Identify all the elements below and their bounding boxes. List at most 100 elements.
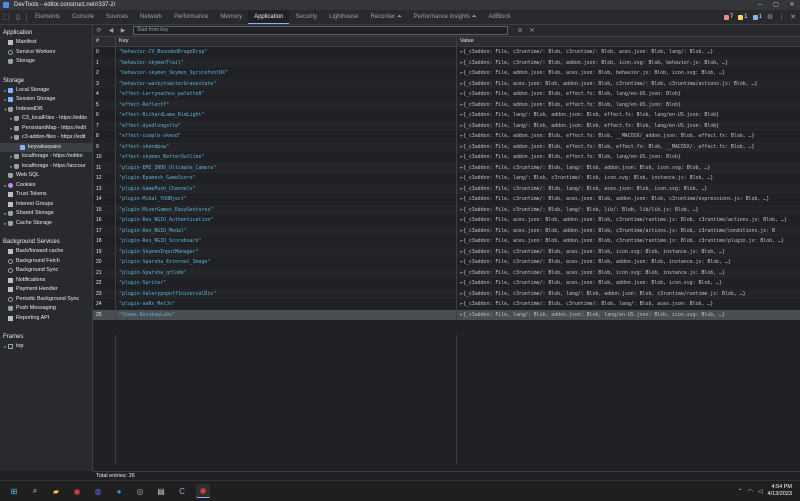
- sidebar-item-interest-groups[interactable]: Interest Groups: [0, 200, 92, 210]
- row-key-cell: "effect-dyedlongstle": [115, 120, 456, 131]
- table-row[interactable]: 0 "behavior-CV_BoundedDragnDrop" ▸{_c3addo…: [93, 47, 800, 58]
- sidebar-item-push-messaging[interactable]: Push Messaging: [0, 304, 92, 314]
- device-toolbar-icon[interactable]: ▯: [12, 11, 24, 23]
- table-row[interactable]: 15 "plugin-MixerGames_EasyGestures" ▸{_c3a…: [93, 204, 800, 215]
- tab-security[interactable]: Security: [289, 10, 323, 24]
- sidebar-item-cache-storage[interactable]: ▸ Cache Storage: [0, 219, 92, 229]
- clear-object-store-icon[interactable]: ⊘: [514, 27, 526, 34]
- tab-sources[interactable]: Sources: [100, 10, 134, 24]
- warning-badge[interactable]: 1: [738, 14, 748, 20]
- previous-page-icon[interactable]: ◀: [105, 27, 117, 34]
- maximize-button[interactable]: ▢: [768, 0, 784, 10]
- delete-selected-icon[interactable]: ✕: [526, 27, 538, 34]
- table-row[interactable]: 22 "plugin-Spriter" ▸{_c3addon: File, c3ru…: [93, 278, 800, 289]
- table-row[interactable]: 6 "effect-RichardLama_RimLight" ▸{_c3addon…: [93, 110, 800, 121]
- sidebar-item-reporting-api[interactable]: Reporting API: [0, 314, 92, 324]
- table-row[interactable]: 24 "plugin-aaRx_MetJs" ▸{_c3addon: File, c…: [93, 299, 800, 310]
- tab-console[interactable]: Console: [66, 10, 100, 24]
- table-row[interactable]: 1 "behavior-skymenTrail" ▸{_c3addon: File,…: [93, 57, 800, 68]
- sidebar-item-background-sync[interactable]: Background Sync: [0, 266, 92, 276]
- sidebar-item-localforage-https-accour[interactable]: ▸ localforage - https://accour: [0, 162, 92, 172]
- sidebar-item-payment-handler[interactable]: Payment Handler: [0, 285, 92, 295]
- sidebar-item-local-storage[interactable]: ▸ Local Storage: [0, 86, 92, 96]
- sidebar-item-back-forward-cache[interactable]: Back/forward cache: [0, 247, 92, 257]
- discord-icon[interactable]: ◍: [91, 485, 105, 498]
- sidebar-item-periodic-background-sync[interactable]: Periodic Background Sync: [0, 295, 92, 305]
- table-row[interactable]: 20 "plugin-Sparsha_External_Image" ▸{_c3ad…: [93, 257, 800, 268]
- volume-icon[interactable]: ◁: [758, 488, 763, 495]
- close-devtools-icon[interactable]: ✕: [790, 13, 796, 21]
- close-window-button[interactable]: ✕: [784, 0, 800, 10]
- sidebar-item-session-storage[interactable]: ▸ Session Storage: [0, 95, 92, 105]
- table-row[interactable]: 9 "effect-skendpow" ▸{_c3addon: File, addo…: [93, 141, 800, 152]
- sidebar-item-persistantmap-https-edit[interactable]: ▸ PersistantMap - https://edit: [0, 124, 92, 134]
- sidebar-item-c3-addon-files-https-edit[interactable]: ▾ c3-addon-files - https://edit: [0, 133, 92, 143]
- tab-elements[interactable]: Elements: [29, 10, 66, 24]
- notes-icon[interactable]: ▤: [154, 485, 168, 498]
- table-row[interactable]: 16 "plugin-Rex_NGIO_Authentication" ▸{_c3a…: [93, 215, 800, 226]
- tab-performance[interactable]: Performance: [168, 10, 214, 24]
- inspect-element-icon[interactable]: ⬚: [0, 11, 12, 23]
- sidebar-item-indexeddb[interactable]: ▾ IndexedDB: [0, 105, 92, 115]
- app-c-icon[interactable]: C: [175, 485, 189, 498]
- column-header-key[interactable]: Key: [115, 37, 456, 46]
- table-row[interactable]: 25 "theme-RainbowLabs" ▸{_c3addon: File, l…: [93, 309, 800, 320]
- clock[interactable]: 4:54 PM 4/13/2023: [768, 484, 792, 498]
- search-icon[interactable]: ⌕: [28, 485, 42, 498]
- table-row[interactable]: 13 "plugin-GamePush_Channels" ▸{_c3addon: …: [93, 183, 800, 194]
- table-row[interactable]: 11 "plugin-EMI_INDO_Ultimate_Camera" ▸{_c3…: [93, 162, 800, 173]
- column-header-index[interactable]: #: [93, 37, 115, 46]
- file-explorer-icon[interactable]: ▰: [49, 485, 63, 498]
- settings-gear-icon[interactable]: ⚙: [767, 13, 773, 21]
- sidebar-item-manifest[interactable]: Manifest: [0, 38, 92, 48]
- start-from-key-input[interactable]: Start from key: [133, 26, 508, 35]
- tab-performance-insights[interactable]: Performance insights ⏶: [408, 10, 483, 24]
- sidebar-item-notifications[interactable]: Notifications: [0, 276, 92, 286]
- refresh-icon[interactable]: ⟳: [93, 27, 105, 34]
- sidebar-item-storage[interactable]: Storage: [0, 57, 92, 67]
- table-row[interactable]: 4 "effect-Larrynachos_palette8" ▸{_c3addon…: [93, 89, 800, 100]
- table-row[interactable]: 5 "effect-ReflectY" ▸{_c3addon: File, addo…: [93, 99, 800, 110]
- table-row[interactable]: 23 "plugin-Valerypopoff1niversalDiv" ▸{_c3…: [93, 288, 800, 299]
- table-row[interactable]: 8 "effect-simple-skend" ▸{_c3addon: File, …: [93, 131, 800, 142]
- tab-application[interactable]: Application: [248, 10, 290, 24]
- sidebar-item-service-workers[interactable]: Service Workers: [0, 48, 92, 58]
- tab-lighthouse[interactable]: Lighthouse: [323, 10, 364, 24]
- table-row[interactable]: 21 "plugin-Sparsha_qrCode" ▸{_c3addon: Fil…: [93, 267, 800, 278]
- error-badge[interactable]: 7: [723, 14, 733, 20]
- table-row[interactable]: 14 "plugin-Mikal_YOOBject" ▸{_c3addon: Fil…: [93, 194, 800, 205]
- more-options-icon[interactable]: ⋮: [778, 13, 785, 21]
- windows-icon[interactable]: ⊞: [7, 485, 21, 498]
- steam-icon[interactable]: ◎: [133, 485, 147, 498]
- sidebar-item-top[interactable]: ▸ top: [0, 342, 92, 352]
- table-row[interactable]: 17 "plugin-Rex_NGIO_Medal" ▸{_c3addon: Fil…: [93, 225, 800, 236]
- zoom-icon[interactable]: ●: [112, 485, 126, 498]
- chevron-up-icon[interactable]: ⌃: [738, 488, 743, 495]
- sidebar-item-web-sql[interactable]: Web SQL: [0, 171, 92, 181]
- table-row[interactable]: 10 "effect-skymen_BetterOutline" ▸{_c3addo…: [93, 152, 800, 163]
- sidebar-item-cookies[interactable]: ▸ Cookies: [0, 181, 92, 191]
- sidebar-item-keyvaluepairs[interactable]: keyvaluepairs: [0, 142, 92, 152]
- wifi-icon[interactable]: ◠: [748, 488, 753, 495]
- sidebar-item-localforage-https-editor[interactable]: ▸ localforage - https://editor.: [0, 152, 92, 162]
- table-row[interactable]: 3 "behavior-wackytoasterGravestate" ▸{_c3a…: [93, 78, 800, 89]
- tab-network[interactable]: Network: [134, 10, 168, 24]
- table-row[interactable]: 2 "behavior-skymen_Skymen_SpritefontDX" ▸{…: [93, 68, 800, 79]
- next-page-icon[interactable]: ▶: [117, 27, 129, 34]
- sidebar-item-c3-localfiles-https-edito[interactable]: ▸ C3_localFiles - https://edito: [0, 114, 92, 124]
- chrome-active-icon[interactable]: ◉: [196, 484, 210, 498]
- tab-recorder[interactable]: Recorder ⏶: [365, 10, 408, 24]
- sidebar-item-trust-tokens[interactable]: Trust Tokens: [0, 190, 92, 200]
- minimize-button[interactable]: –: [752, 0, 768, 10]
- sidebar-item-background-fetch[interactable]: Background Fetch: [0, 257, 92, 267]
- column-header-value[interactable]: Value: [456, 37, 800, 46]
- tab-adblock[interactable]: AdBlock: [482, 10, 516, 24]
- chrome-icon[interactable]: ◉: [70, 485, 84, 498]
- table-row[interactable]: 18 "plugin-Rex_NGIO_Scoreboard" ▸{_c3addon…: [93, 236, 800, 247]
- table-row[interactable]: 12 "plugin-Epomesh_GameScore" ▸{_c3addon: …: [93, 173, 800, 184]
- sidebar-item-shared-storage[interactable]: ▸ Shared Storage: [0, 209, 92, 219]
- info-badge[interactable]: 1: [752, 14, 762, 20]
- table-row[interactable]: 7 "effect-dyedlongstle" ▸{_c3addon: File, …: [93, 120, 800, 131]
- table-row[interactable]: 19 "plugin-SkymenInputManager" ▸{_c3addon:…: [93, 246, 800, 257]
- tab-memory[interactable]: Memory: [214, 10, 248, 24]
